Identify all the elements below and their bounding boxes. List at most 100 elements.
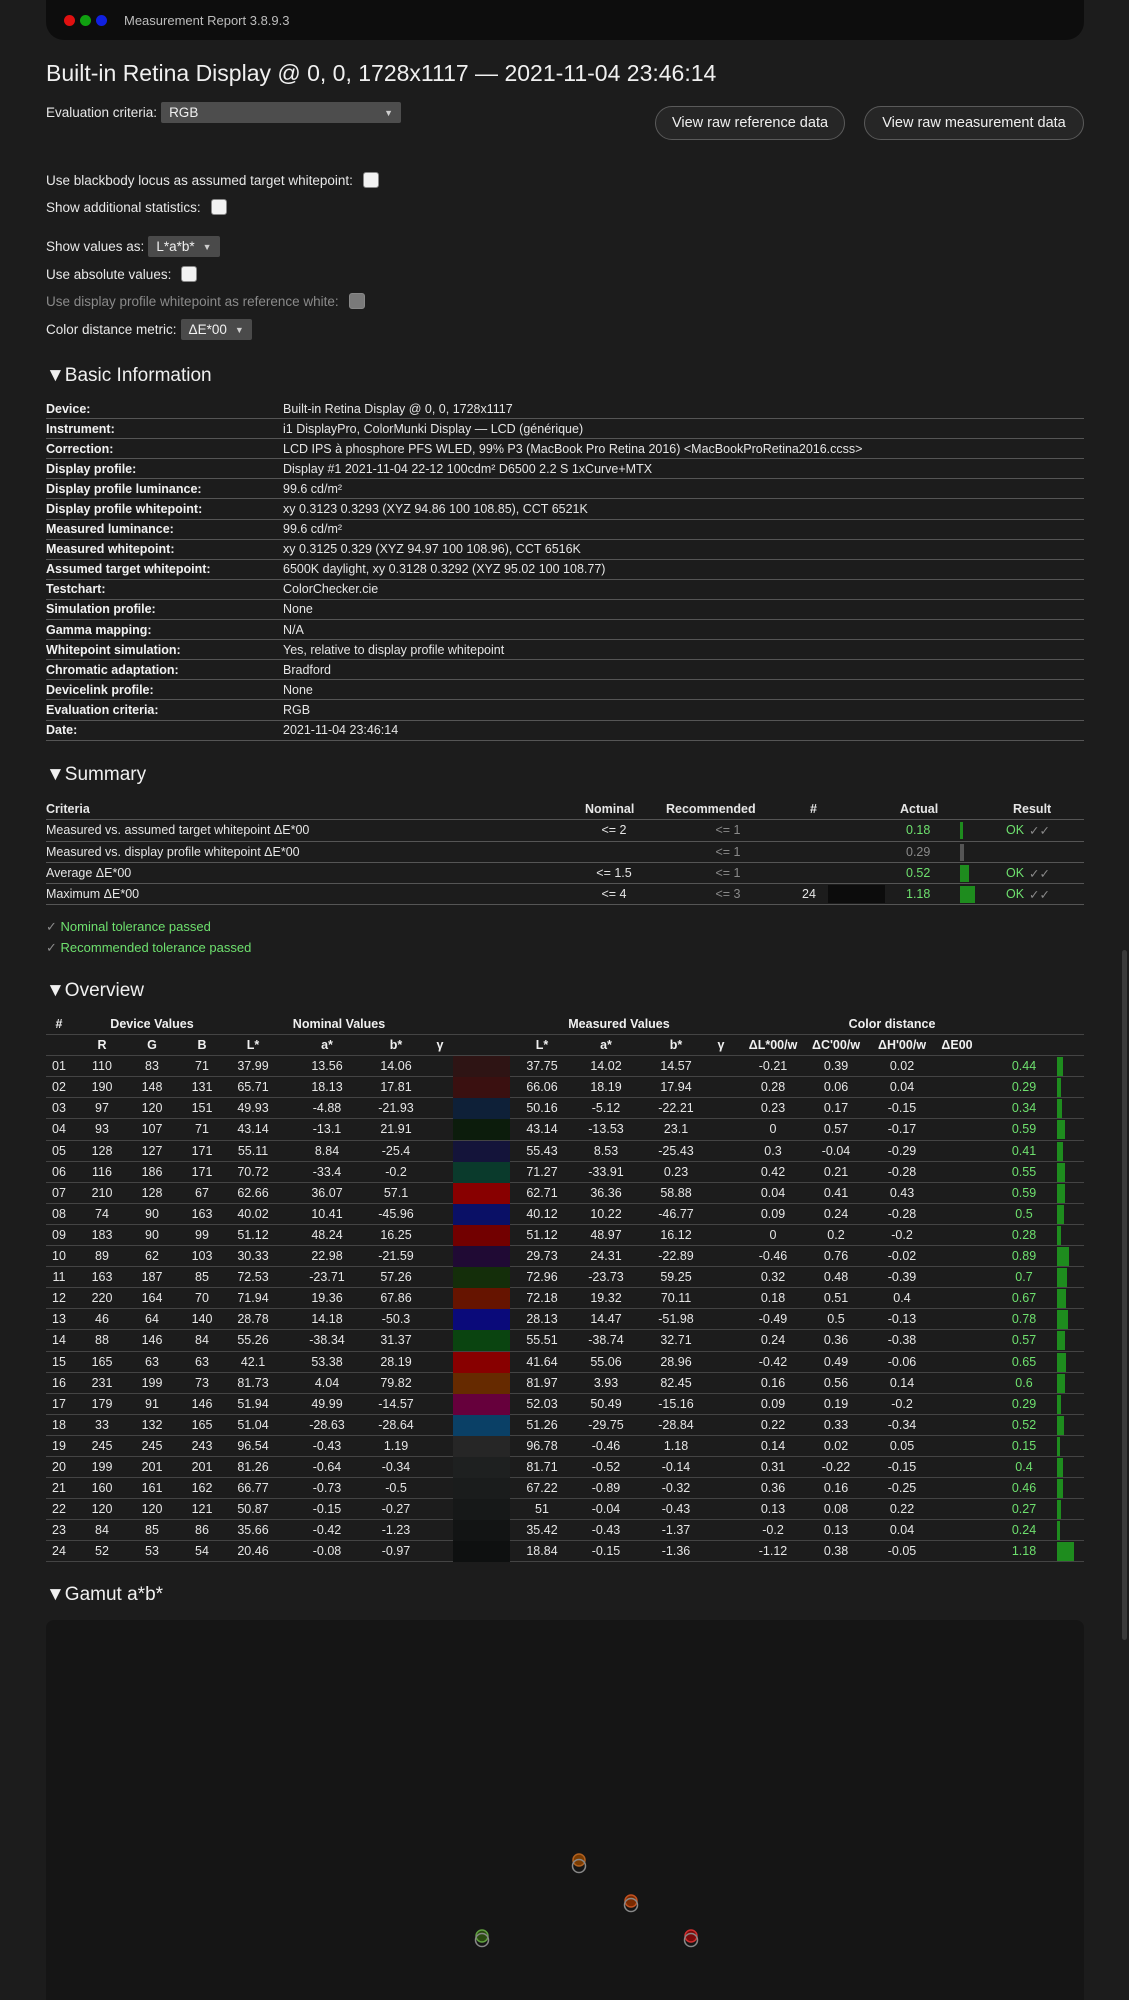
overview-cell: 243: [191, 1438, 213, 1453]
overview-cell: -0.15: [887, 1459, 917, 1474]
de-bar: [1057, 1289, 1066, 1309]
section-basic-information[interactable]: ▼Basic Information: [46, 365, 212, 387]
info-value: None: [283, 682, 313, 697]
overview-cell: 63: [195, 1354, 209, 1369]
overview-cell: 18: [52, 1417, 66, 1432]
info-row: Instrument: i1 DisplayPro, ColorMunki Dis…: [46, 419, 1084, 440]
overview-cell: 23: [52, 1523, 66, 1538]
info-row: Device: Built-in Retina Display @ 0, 0, 1…: [46, 399, 1084, 420]
vertical-scrollbar[interactable]: [1122, 950, 1127, 1640]
overview-cell: -33.91: [588, 1164, 624, 1179]
overview-cell: -1.36: [661, 1544, 691, 1559]
overview-cell: -0.43: [312, 1438, 342, 1453]
overview-cell: -21.93: [378, 1101, 414, 1116]
section-gamut[interactable]: ▼Gamut a*b*: [46, 1584, 163, 1606]
overview-de-value: 0.65: [1011, 1354, 1037, 1369]
evaluation-criteria-select[interactable]: RGB ▼: [161, 102, 402, 123]
de-bar: [1057, 1120, 1065, 1140]
distance-metric-select[interactable]: ΔE*00 ▼: [180, 319, 252, 340]
info-row: Date: 2021-11-04 23:46:14: [46, 721, 1084, 741]
overview-cell: 127: [141, 1143, 163, 1158]
overview-group-device: Device Values: [110, 1017, 194, 1031]
overview-col-g: G: [147, 1038, 157, 1053]
overview-cell: 37.99: [237, 1059, 269, 1074]
overview-row: 03 97 120 151 49.93 -4.88 -21.93 50.16 -5.12 -22.…: [46, 1098, 1084, 1120]
info-key: Simulation profile:: [46, 602, 156, 617]
overview-cell: 245: [141, 1438, 163, 1453]
additional-stats-checkbox[interactable]: [210, 199, 227, 215]
overview-cell: 231: [91, 1375, 113, 1390]
summary-table: Criteria Nominal Recommended # Actual Result M…: [46, 799, 1084, 906]
basic-info-table: Device: Built-in Retina Display @ 0, 0, 1…: [46, 399, 1084, 741]
overview-cell: 131: [191, 1080, 213, 1095]
overview-col-dC: ΔC'00/w: [811, 1038, 861, 1053]
overview-cell: 55.43: [526, 1143, 558, 1158]
overview-cell: 22.98: [311, 1249, 343, 1264]
overview-cell: -14.57: [378, 1396, 414, 1411]
show-values-label: Show values as:: [46, 239, 145, 254]
overview-cell: 50.16: [526, 1101, 558, 1116]
overview-row: 19 245 245 243 96.54 -0.43 1.19 96.78 -0.46 1.18 0…: [46, 1435, 1084, 1457]
minimize-window-dot[interactable]: [96, 14, 107, 26]
checkmark-icon: ✓: [46, 940, 57, 955]
section-overview[interactable]: ▼Overview: [46, 980, 144, 1002]
overview-cell: 0.36: [823, 1333, 849, 1348]
overview-cell: -0.34: [887, 1417, 917, 1432]
info-row: Correction: LCD IPS à phosphore PFS WLED,…: [46, 439, 1084, 460]
overview-cell: 116: [92, 1164, 112, 1179]
section-summary[interactable]: ▼Summary: [46, 764, 146, 786]
overview-de-value: 1.18: [1011, 1544, 1037, 1559]
overview-cell: 120: [91, 1502, 113, 1517]
overview-cell: -25.4: [381, 1143, 411, 1158]
blackbody-checkbox[interactable]: [362, 172, 379, 188]
overview-cell: 0.76: [823, 1249, 849, 1264]
overview-cell: 67: [195, 1185, 209, 1200]
overview-cell: -0.15: [887, 1101, 917, 1116]
checkmark-icon: ✓✓: [1029, 866, 1050, 881]
view-raw-reference-button[interactable]: View raw reference data: [655, 106, 845, 140]
overview-cell: -0.46: [758, 1249, 788, 1264]
color-swatch: [453, 1520, 510, 1542]
info-key: Gamma mapping:: [46, 622, 152, 637]
overview-cell: -13.1: [312, 1122, 342, 1137]
info-row: Display profile luminance: 99.6 cd/m²: [46, 479, 1084, 500]
overview-cell: 10.22: [590, 1206, 622, 1221]
info-row: Evaluation criteria: RGB: [46, 700, 1084, 721]
summary-header-row: Criteria Nominal Recommended # Actual Result: [46, 799, 1084, 821]
overview-cell: 48.97: [590, 1227, 622, 1242]
show-values-select[interactable]: L*a*b* ▼: [148, 236, 220, 257]
overview-cell: 16.25: [380, 1227, 412, 1242]
overview-cell: 52.03: [526, 1396, 558, 1411]
absolute-values-checkbox[interactable]: [181, 266, 198, 282]
overview-col-dL: ΔL*00/w: [748, 1038, 798, 1053]
overview-cell: -29.75: [588, 1417, 624, 1432]
zoom-window-dot[interactable]: [80, 14, 91, 26]
overview-cell: 18.19: [590, 1080, 622, 1095]
additional-stats-label: Show additional statistics:: [46, 199, 201, 215]
overview-row: 12 220 164 70 71.94 19.36 67.86 72.18 19.32 70.11…: [46, 1288, 1084, 1310]
overview-cell: 128: [91, 1143, 113, 1158]
overview-cell: 210: [91, 1185, 113, 1200]
overview-cell: -0.64: [312, 1459, 342, 1474]
overview-cell: 79.82: [380, 1375, 412, 1390]
overview-de-value: 0.15: [1011, 1438, 1037, 1453]
overview-cell: 04: [52, 1122, 66, 1137]
overview-cell: 62.66: [237, 1185, 269, 1200]
overview-row: 01 110 83 71 37.99 13.56 14.06 37.75 14.02 14.57 -…: [46, 1056, 1084, 1078]
info-key: Display profile:: [46, 461, 137, 476]
overview-cell: -0.49: [758, 1312, 788, 1327]
overview-cell: 21: [52, 1481, 66, 1496]
overview-cell: -0.13: [887, 1312, 917, 1327]
color-swatch: [453, 1414, 510, 1436]
de-bar: [1057, 1310, 1068, 1330]
color-swatch: [453, 1541, 510, 1563]
summary-criteria: Measured vs. display profile whitepoint …: [46, 844, 300, 859]
color-swatch: [453, 1393, 510, 1415]
view-raw-measurement-button[interactable]: View raw measurement data: [864, 106, 1084, 140]
close-window-dot[interactable]: [64, 14, 75, 26]
overview-row: 11 163 187 85 72.53 -23.71 57.26 72.96 -23.73 59.…: [46, 1267, 1084, 1289]
overview-col-dE: ΔE00: [941, 1038, 973, 1053]
summary-criteria: Maximum ΔE*00: [46, 887, 140, 902]
overview-cell: 0.04: [760, 1185, 786, 1200]
overview-cell: 103: [191, 1249, 213, 1264]
